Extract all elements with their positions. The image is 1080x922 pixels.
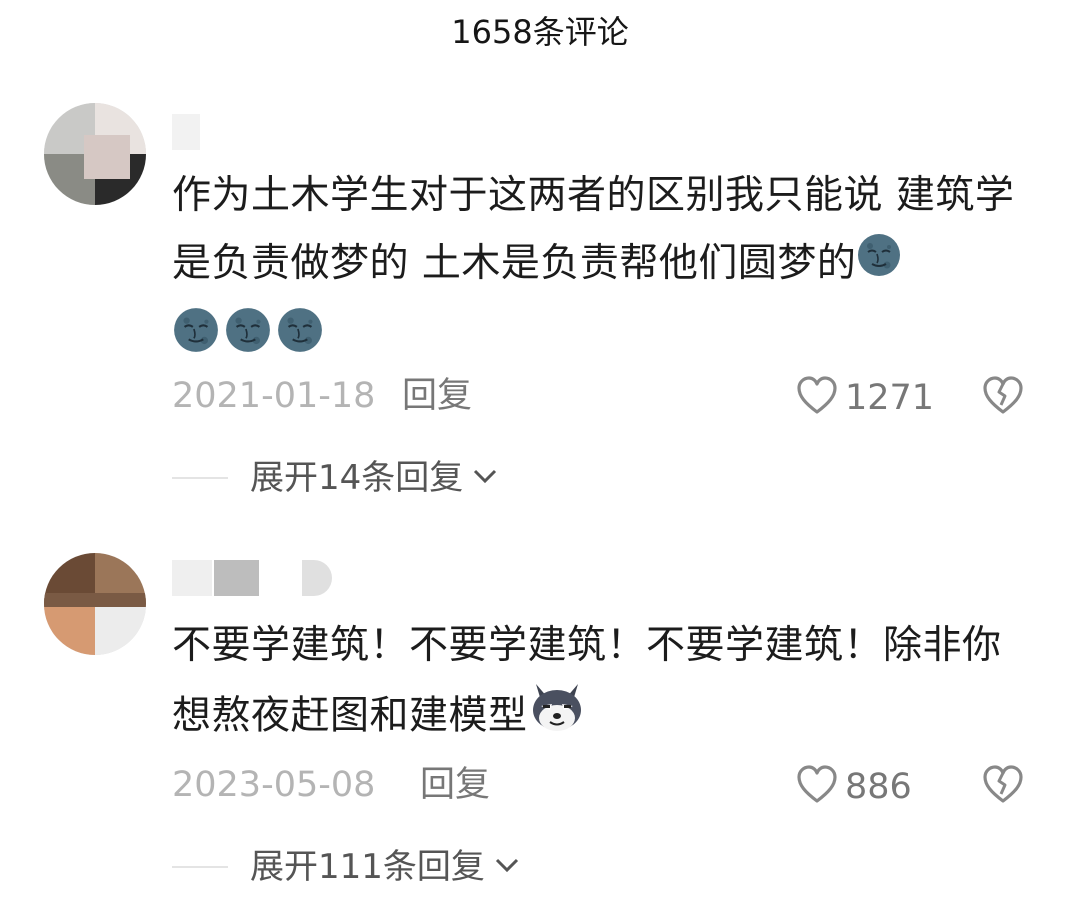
avatar[interactable]: [44, 553, 146, 655]
moon-face-emoji: [856, 232, 902, 300]
comments-page: 1658条评论 作为土木学生对于这两者的区别我只能说 建筑学是负责做梦的 土木是…: [0, 0, 1080, 922]
dislike-button[interactable]: [980, 374, 1026, 422]
comment-text: 作为土木学生对于这两者的区别我只能说 建筑学是负责做梦的 土木是负责帮他们圆梦的: [172, 162, 1022, 300]
like-count: 1271: [845, 378, 935, 418]
heart-icon: [795, 374, 839, 422]
divider-line: [172, 477, 228, 479]
like-count: 886: [845, 767, 912, 807]
broken-heart-icon: [983, 376, 1023, 414]
expand-replies[interactable]: 展开111条回复: [172, 845, 521, 889]
comment-text: 不要学建筑！不要学建筑！不要学建筑！除非你想熬夜赶图和建模型: [172, 612, 1022, 756]
chevron-down-icon: [471, 466, 499, 490]
username-obscured[interactable]: [172, 556, 342, 600]
divider-line: [172, 866, 228, 868]
husky-dog-emoji: [528, 680, 586, 756]
heart-icon: [795, 763, 839, 811]
comment-date: 2021-01-18: [172, 376, 376, 416]
moon-face-emoji: [224, 306, 272, 358]
expand-replies-label: 展开111条回复: [250, 847, 485, 887]
avatar[interactable]: [44, 103, 146, 205]
reply-button[interactable]: 回复: [402, 374, 472, 418]
comment-text-content: 不要学建筑！不要学建筑！不要学建筑！除非你想熬夜赶图和建模型: [172, 623, 1002, 739]
chevron-down-icon: [493, 855, 521, 879]
moon-face-emoji: [172, 306, 220, 358]
dislike-button[interactable]: [980, 763, 1026, 811]
expand-replies[interactable]: 展开14条回复: [172, 456, 499, 500]
comment-date: 2023-05-08: [172, 765, 376, 805]
like-button[interactable]: 886: [795, 763, 912, 811]
emoji-row: [172, 306, 324, 358]
reply-button[interactable]: 回复: [420, 763, 490, 807]
expand-replies-label: 展开14条回复: [250, 458, 464, 498]
username-obscured[interactable]: [172, 110, 342, 154]
moon-face-emoji: [276, 306, 324, 358]
like-button[interactable]: 1271: [795, 374, 934, 422]
broken-heart-icon: [983, 765, 1023, 803]
comments-count-title: 1658条评论: [451, 13, 629, 51]
